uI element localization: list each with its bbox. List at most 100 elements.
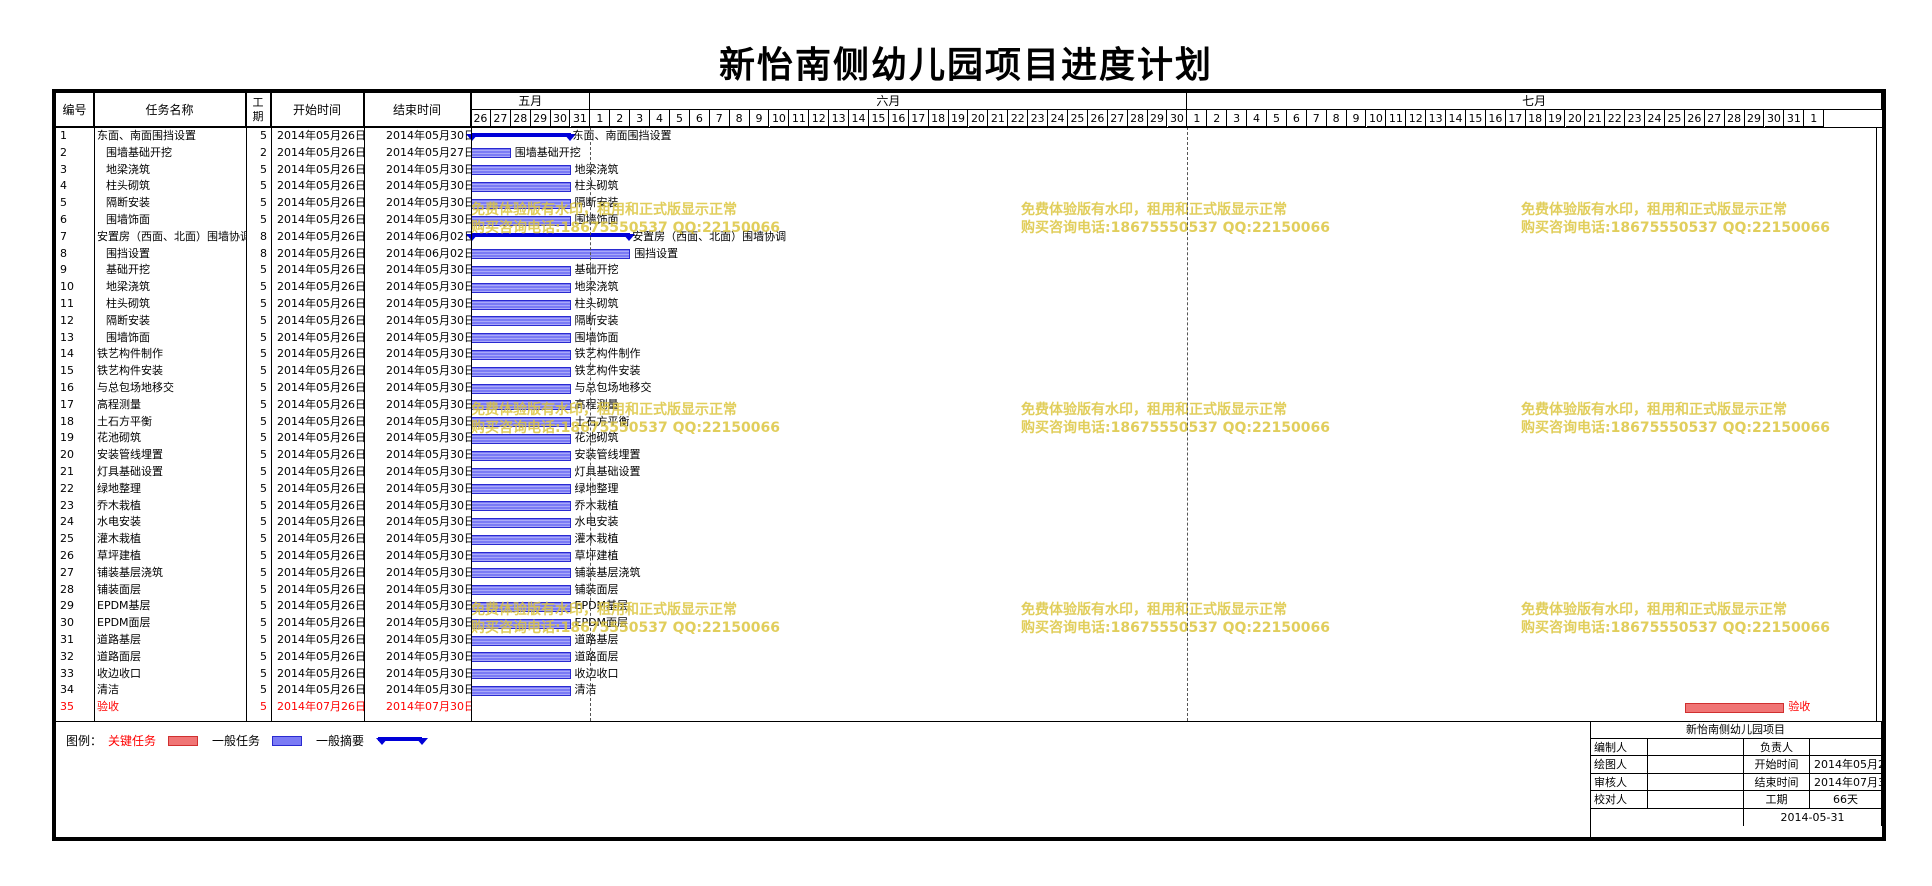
task-name: 安装管线埋置 bbox=[97, 448, 163, 462]
day-header: 6 bbox=[689, 110, 710, 127]
task-name: 花池砌筑 bbox=[97, 431, 141, 445]
watermark: 免费体验版有水印，租用和正式版显示正常 购买咨询电话:18675550537 QQ… bbox=[1021, 401, 1330, 437]
day-header: 26 bbox=[1684, 110, 1705, 127]
task-start: 2014年05月26日 bbox=[277, 145, 364, 159]
task-id: 10 bbox=[60, 280, 74, 294]
task-name: 铁艺构件安装 bbox=[97, 364, 163, 378]
info-project-name: 新怡南侧幼儿园项目 bbox=[1590, 721, 1882, 739]
day-header: 5 bbox=[1267, 110, 1287, 127]
task-end: 2014年05月30日 bbox=[386, 666, 471, 680]
info-cell: 负责人 bbox=[1744, 738, 1810, 756]
watermark: 免费体验版有水印，租用和正式版显示正常 购买咨询电话:18675550537 QQ… bbox=[1521, 201, 1830, 237]
day-header: 4 bbox=[1247, 110, 1267, 127]
task-bar bbox=[471, 282, 571, 293]
day-header: 5 bbox=[670, 110, 690, 127]
watermark-line2: 购买咨询电话:18675550537 QQ:22150066 bbox=[1021, 220, 1330, 236]
task-bar bbox=[471, 383, 571, 394]
day-header: 25 bbox=[1068, 110, 1088, 127]
bar-label: 柱头砌筑 bbox=[574, 297, 619, 310]
critical-task-bar bbox=[1684, 702, 1785, 713]
task-dur: 5 bbox=[260, 129, 267, 142]
task-name: 道路面层 bbox=[97, 649, 141, 663]
task-id: 35 bbox=[60, 700, 74, 714]
day-header: 30 bbox=[550, 110, 571, 127]
day-header: 29 bbox=[530, 110, 551, 127]
task-id: 23 bbox=[60, 498, 74, 512]
task-bar bbox=[471, 534, 571, 545]
task-bar bbox=[471, 635, 571, 646]
task-id: 18 bbox=[60, 414, 74, 428]
chart-right-divider bbox=[1876, 127, 1877, 721]
day-header: 23 bbox=[1625, 110, 1646, 127]
task-start: 2014年05月26日 bbox=[277, 213, 364, 226]
info-cell bbox=[1810, 738, 1882, 756]
task-start: 2014年05月26日 bbox=[277, 616, 364, 630]
task-end: 2014年05月30日 bbox=[386, 196, 471, 210]
task-dur: 8 bbox=[260, 229, 267, 243]
watermark: 免费体验版有水印，租用和正式版显示正常 购买咨询电话:18675550537 QQ… bbox=[1021, 601, 1330, 637]
task-start: 2014年05月26日 bbox=[277, 280, 364, 294]
task-end: 2014年05月30日 bbox=[386, 649, 471, 663]
day-header: 30 bbox=[1764, 110, 1785, 127]
task-name: 围挡设置 bbox=[106, 246, 150, 260]
watermark-line1: 免费体验版有水印，租用和正式版显示正常 bbox=[1521, 602, 1787, 618]
task-dur: 5 bbox=[260, 633, 267, 646]
task-start: 2014年05月26日 bbox=[277, 196, 364, 210]
task-start: 2014年05月26日 bbox=[277, 582, 364, 596]
task-dur: 5 bbox=[260, 297, 267, 310]
bar-label: 验收 bbox=[1788, 700, 1811, 714]
day-header: 27 bbox=[1107, 110, 1128, 127]
task-end: 2014年05月30日 bbox=[386, 582, 471, 596]
task-dur: 5 bbox=[260, 162, 267, 176]
task-start: 2014年05月26日 bbox=[277, 129, 364, 142]
task-id: 27 bbox=[60, 565, 74, 579]
bar-label: 清洁 bbox=[574, 683, 597, 697]
bar-label: 地梁浇筑 bbox=[574, 162, 619, 176]
info-cell: 开始时间 bbox=[1744, 756, 1810, 774]
col-header-dur-bottom: 期 bbox=[252, 110, 264, 123]
task-start: 2014年07月26日 bbox=[277, 700, 364, 714]
day-header: 1 bbox=[590, 110, 611, 127]
day-header: 14 bbox=[849, 110, 869, 127]
day-header: 20 bbox=[1565, 110, 1586, 127]
task-bar bbox=[471, 618, 571, 629]
task-bar bbox=[471, 181, 571, 192]
bar-label: 安置房（西面、北面）围墙协调 bbox=[632, 229, 787, 243]
bar-label: 花池砌筑 bbox=[574, 431, 619, 445]
day-header: 26 bbox=[1087, 110, 1108, 127]
bar-label: 铁艺构件安装 bbox=[574, 364, 641, 378]
day-header: 7 bbox=[1306, 110, 1327, 127]
task-dur: 5 bbox=[260, 515, 267, 529]
task-start: 2014年05月26日 bbox=[277, 565, 364, 579]
watermark-line2: 购买咨询电话:18675550537 QQ:22150066 bbox=[1521, 220, 1830, 236]
bar-label: 东面、南面围挡设置 bbox=[572, 129, 672, 142]
task-end: 2014年05月30日 bbox=[386, 565, 471, 579]
column-divider bbox=[246, 93, 247, 721]
column-divider bbox=[364, 93, 365, 721]
task-dur: 5 bbox=[260, 700, 267, 714]
task-dur: 5 bbox=[260, 599, 267, 613]
bar-label: 与总包场地移交 bbox=[574, 381, 652, 394]
task-bar bbox=[471, 467, 571, 478]
task-end: 2014年05月30日 bbox=[386, 515, 471, 529]
day-header: 9 bbox=[749, 110, 770, 127]
day-header: 14 bbox=[1446, 110, 1466, 127]
bar-label: 基础开挖 bbox=[574, 263, 619, 277]
day-header: 17 bbox=[908, 110, 929, 127]
task-end: 2014年05月27日 bbox=[386, 145, 471, 159]
task-start: 2014年05月26日 bbox=[277, 448, 364, 462]
day-header: 2 bbox=[1207, 110, 1228, 127]
bar-label: EPDM基层 bbox=[574, 599, 629, 613]
task-dur: 5 bbox=[260, 666, 267, 680]
task-dur: 5 bbox=[260, 683, 267, 697]
task-id: 19 bbox=[60, 431, 74, 445]
task-id: 9 bbox=[60, 263, 67, 277]
day-header: 8 bbox=[729, 110, 750, 127]
task-id: 11 bbox=[60, 297, 74, 310]
day-header: 28 bbox=[1127, 110, 1148, 127]
col-header-end: 结束时间 bbox=[364, 93, 471, 127]
day-header: 12 bbox=[809, 110, 830, 127]
task-dur: 5 bbox=[260, 313, 267, 327]
bar-label: 铺装基层浇筑 bbox=[574, 565, 641, 579]
task-name: 铺装基层浇筑 bbox=[97, 565, 163, 579]
